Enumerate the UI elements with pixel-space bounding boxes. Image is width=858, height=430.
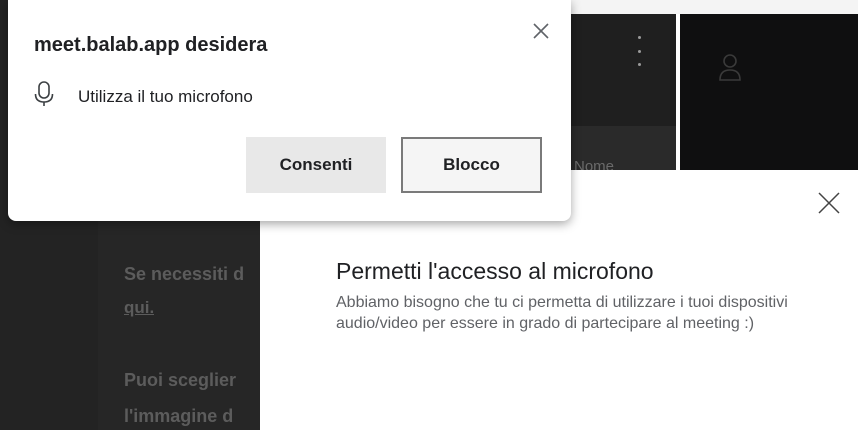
modal-body: Abbiamo bisogno che tu ci permetta di ut… — [336, 294, 788, 332]
block-button[interactable]: Blocco — [401, 137, 542, 193]
modal-title: Permetti l'accesso al microfono — [336, 258, 654, 284]
background-line-2: qui. — [124, 298, 154, 318]
permission-prompt: meet.balab.app desidera Utilizza il tuo … — [8, 0, 571, 221]
background-text: l'immagine d — [124, 406, 234, 426]
permission-title: meet.balab.app desidera — [34, 34, 268, 56]
user-icon — [718, 52, 742, 87]
background-text: Puoi sceglier — [124, 370, 237, 390]
allow-button[interactable]: Consenti — [246, 137, 386, 193]
top-bar — [570, 0, 858, 14]
close-icon[interactable] — [530, 20, 552, 42]
permission-request: Utilizza il tuo microfono — [34, 80, 253, 113]
microphone-icon — [34, 80, 54, 113]
card-text: Nome — [574, 158, 615, 170]
kebab-menu-icon[interactable] — [636, 36, 642, 66]
background-text: Se necessiti d — [124, 264, 245, 284]
link-suffix: . — [149, 298, 155, 317]
permission-request-text: Utilizza il tuo microfono — [78, 86, 253, 106]
background-link[interactable]: qui — [124, 298, 150, 317]
close-icon[interactable] — [817, 191, 841, 215]
